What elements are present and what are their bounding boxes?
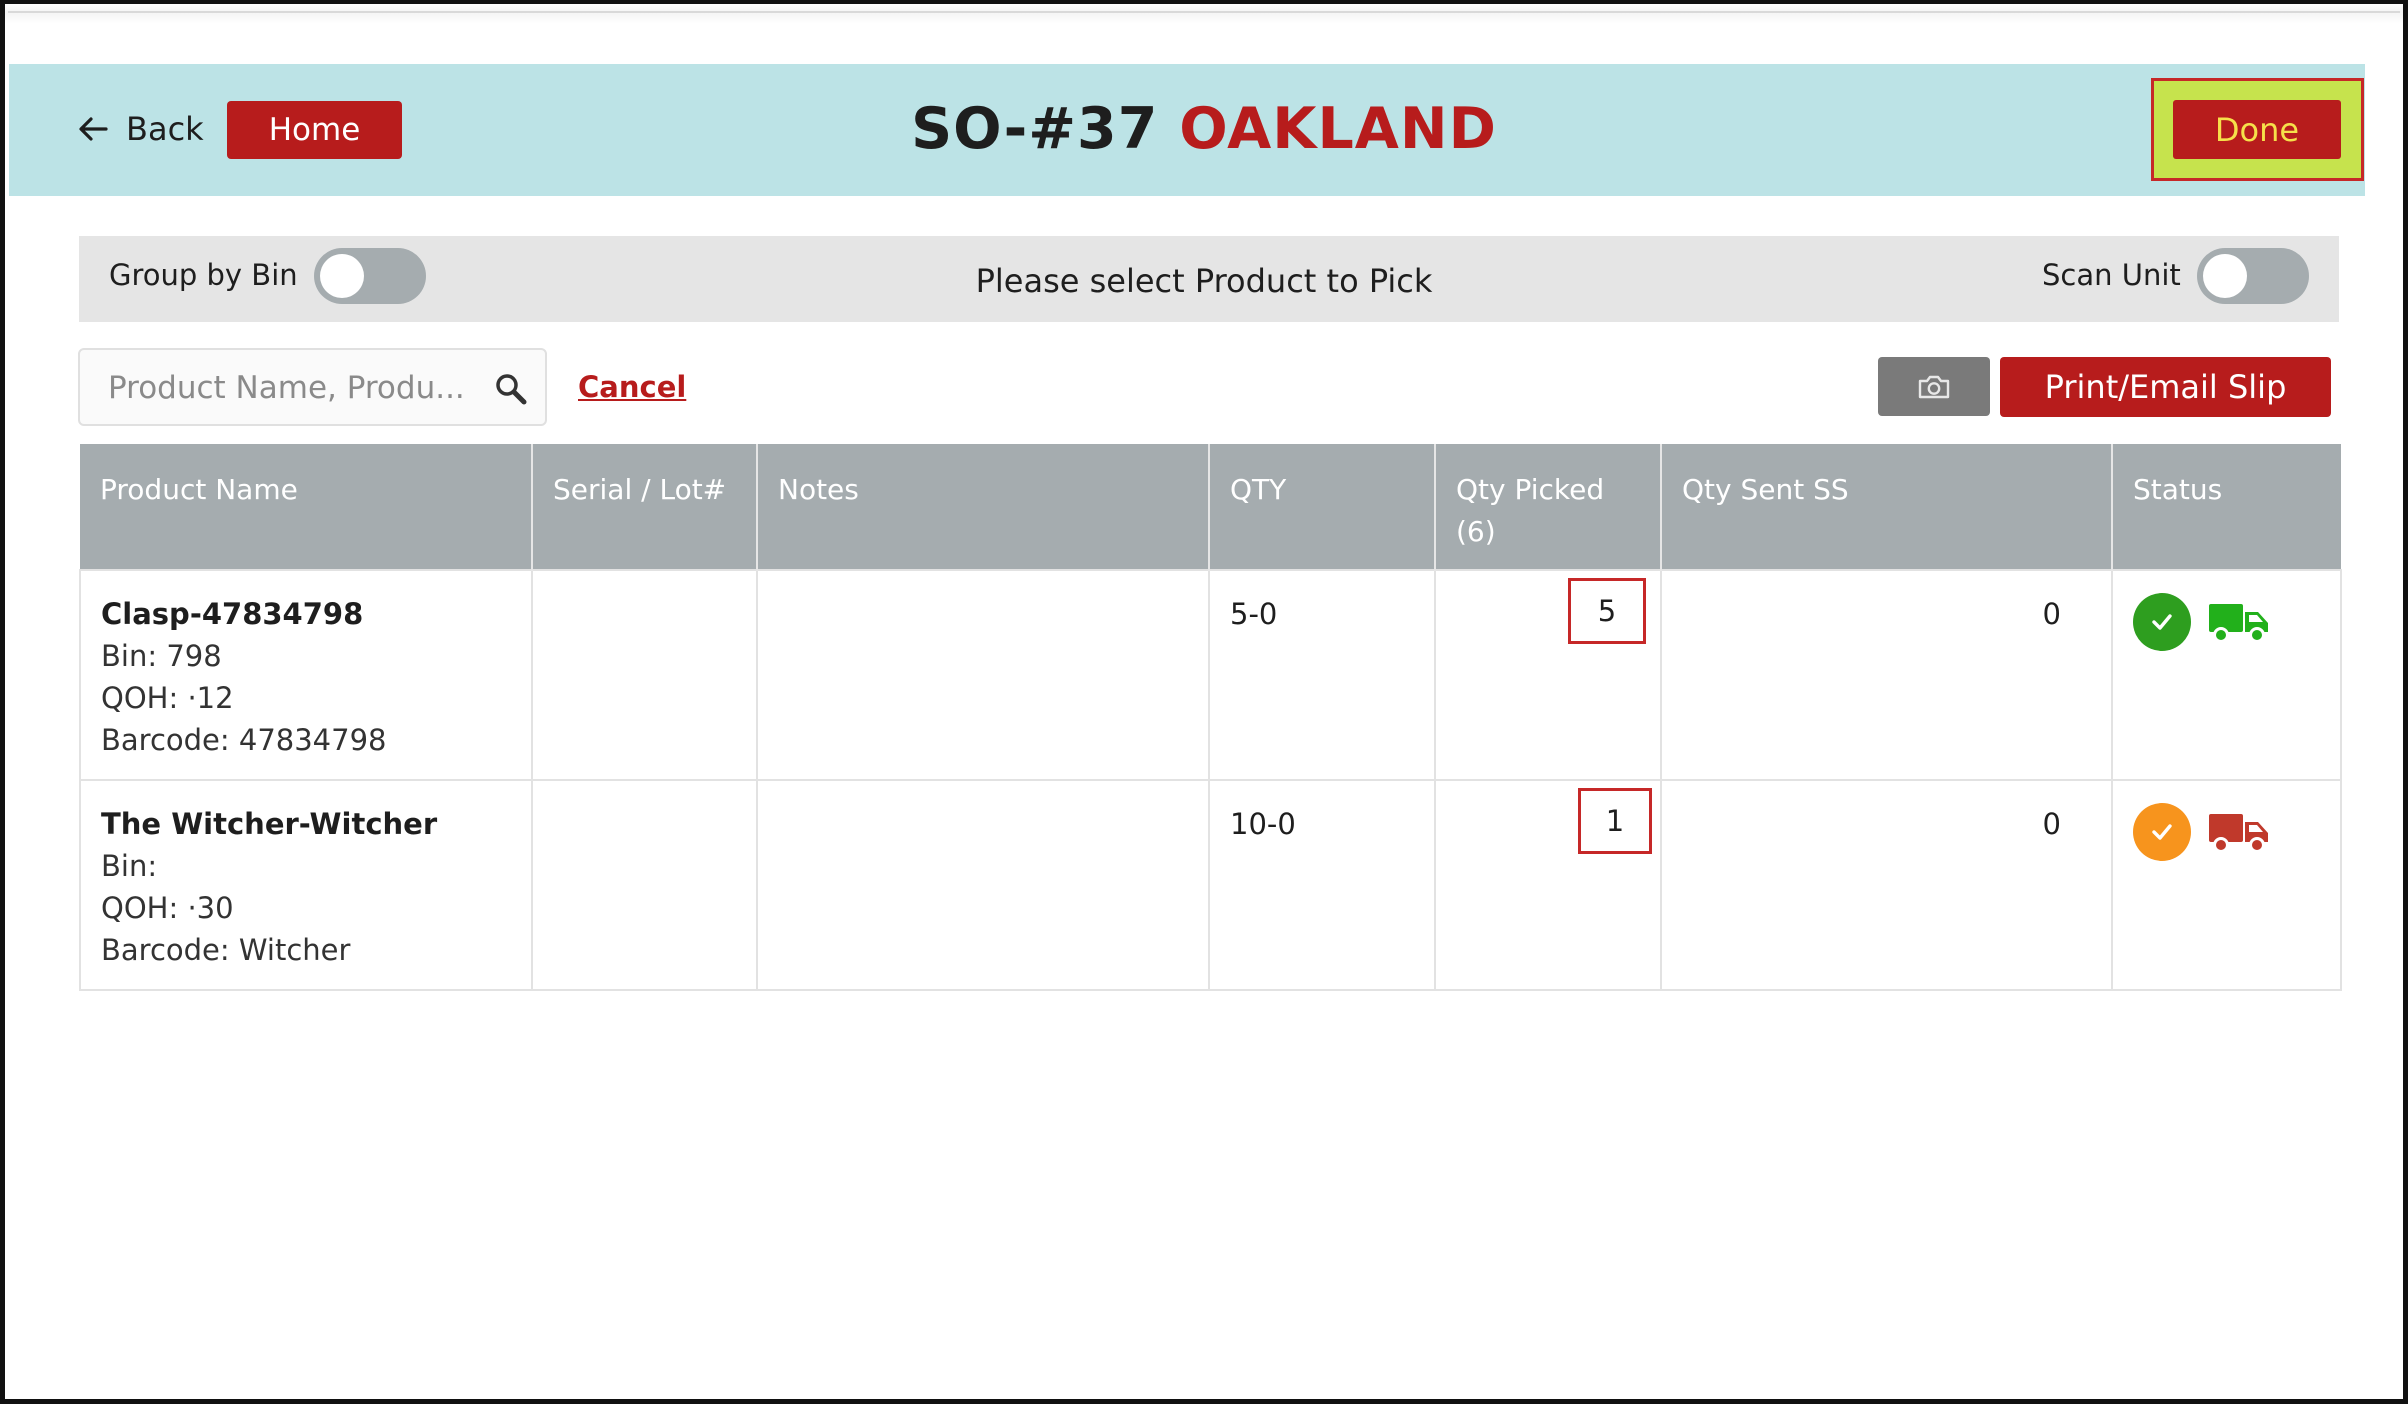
window-frame (0, 0, 2408, 1404)
